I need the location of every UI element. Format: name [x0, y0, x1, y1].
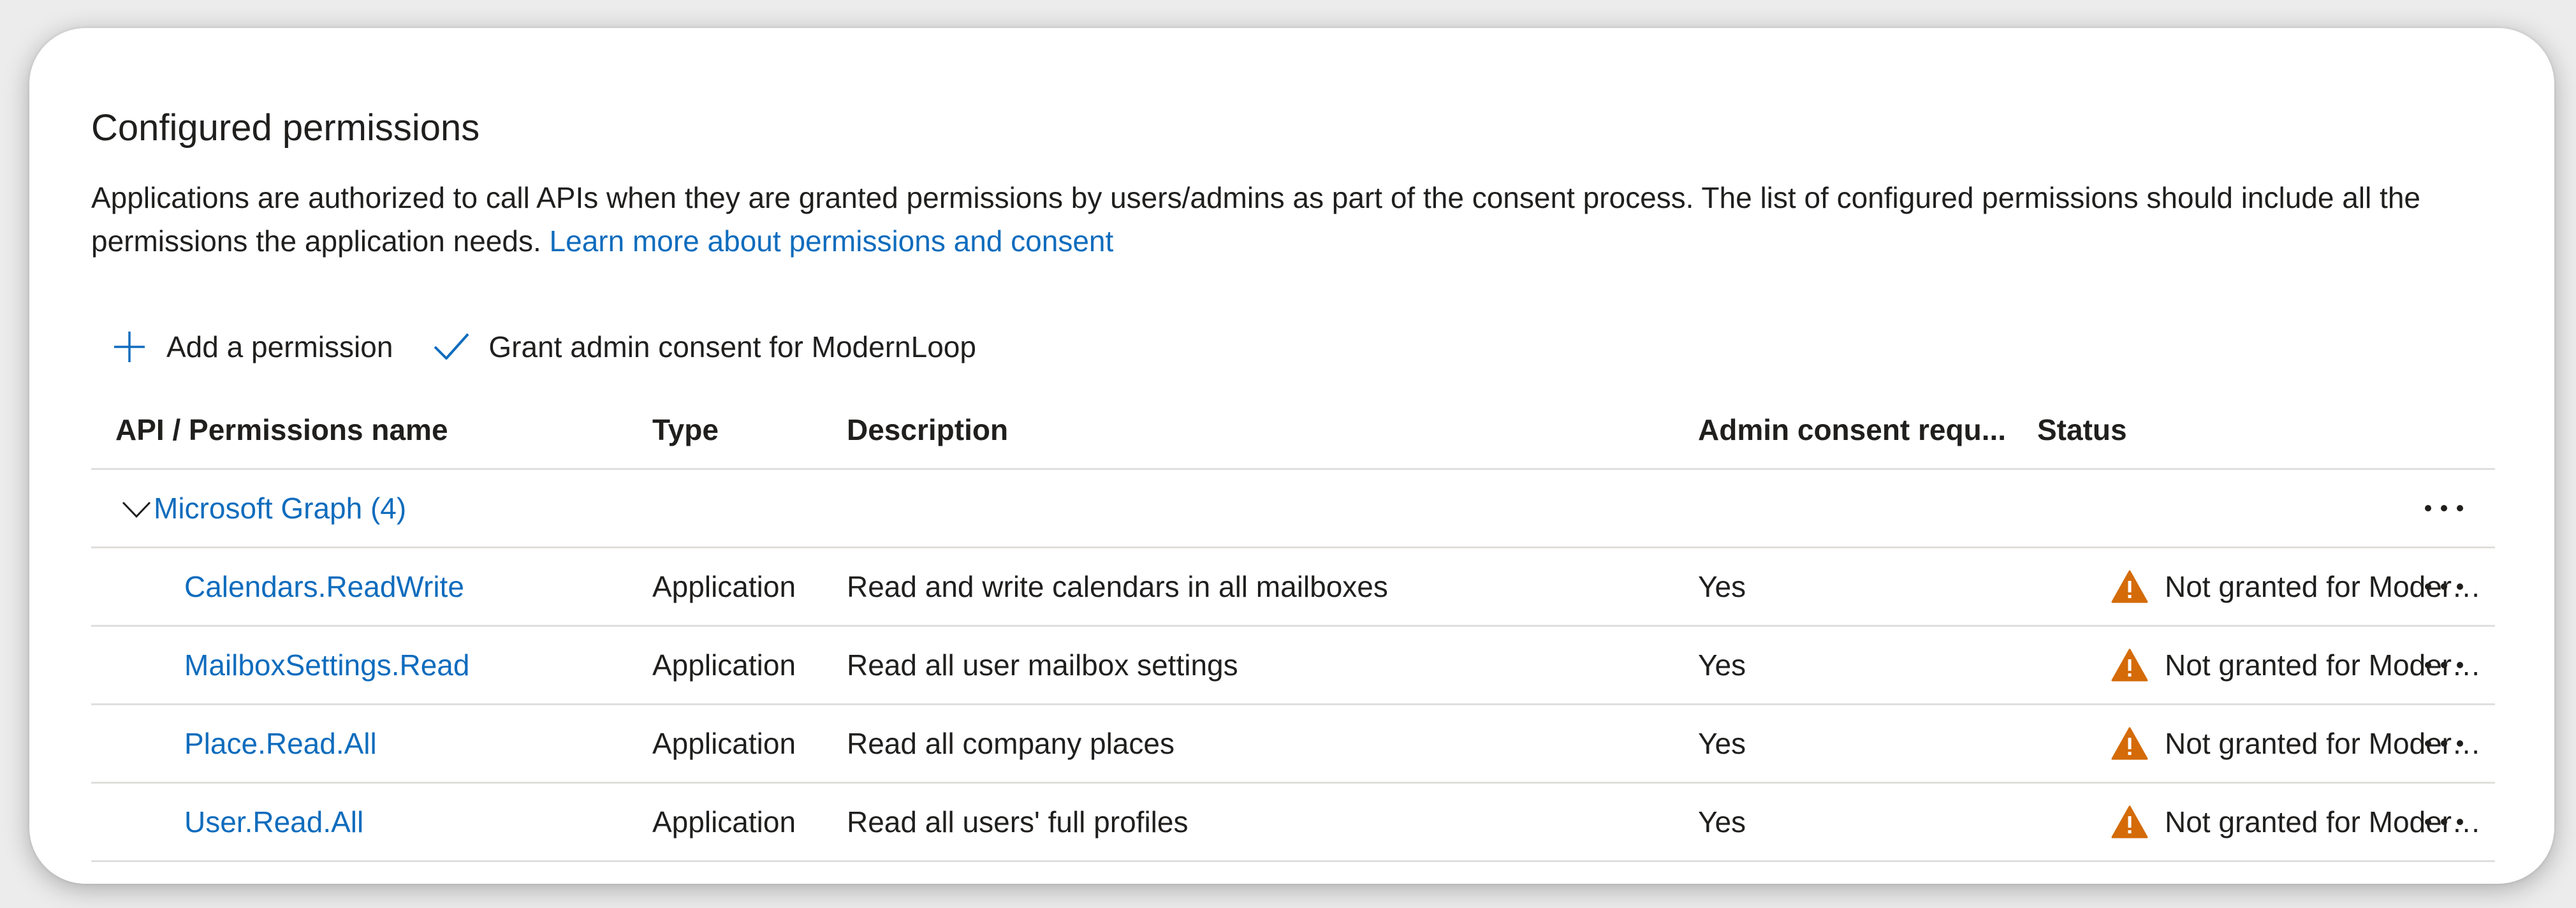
checkmark-icon	[432, 328, 471, 366]
table-header-row: API / Permissions name Type Description …	[91, 392, 2495, 470]
group-row-microsoft-graph[interactable]: Microsoft Graph (4)	[91, 470, 2495, 548]
status-cell: Not granted for ModernLoop	[2037, 548, 2484, 625]
permission-name-link[interactable]: MailboxSettings.Read	[184, 627, 669, 703]
grant-admin-consent-label: Grant admin consent for ModernLoop	[488, 330, 976, 363]
more-options-icon[interactable]	[2419, 548, 2470, 625]
warning-icon	[2111, 726, 2148, 761]
permissions-card: Configured permissions Applications are …	[29, 28, 2554, 884]
description-text: Applications are authorized to call APIs…	[91, 181, 2421, 258]
column-header-name[interactable]: API / Permissions name	[115, 392, 600, 468]
permission-name-link[interactable]: Calendars.ReadWrite	[184, 548, 669, 625]
table-row: Place.Read.All Application Read all comp…	[91, 705, 2495, 784]
group-name-label: Microsoft Graph (4)	[154, 492, 407, 525]
chevron-down-icon[interactable]	[121, 492, 152, 524]
more-options-icon[interactable]	[2419, 784, 2470, 860]
plus-icon	[110, 328, 149, 366]
more-options-icon[interactable]	[2419, 470, 2470, 546]
learn-more-link[interactable]: Learn more about permissions and consent	[550, 224, 1114, 258]
permission-description: Read all users' full profiles	[847, 805, 1189, 838]
more-options-icon[interactable]	[2419, 705, 2470, 782]
permissions-table: API / Permissions name Type Description …	[91, 392, 2495, 862]
page-title: Configured permissions	[91, 107, 480, 149]
permission-type: Application	[652, 570, 796, 603]
section-description: Applications are authorized to call APIs…	[91, 176, 2508, 263]
permissions-panel: Configured permissions Applications are …	[91, 28, 2495, 884]
status-cell: Not granted for ModernLoop	[2037, 784, 2484, 860]
warning-icon	[2111, 569, 2148, 604]
permission-description: Read all company places	[847, 727, 1175, 760]
admin-consent-value: Yes	[1698, 805, 1746, 838]
permission-type: Application	[652, 805, 796, 838]
table-row: Calendars.ReadWrite Application Read and…	[91, 548, 2495, 627]
column-header-type[interactable]: Type	[652, 392, 837, 468]
add-permission-button[interactable]: Add a permission	[110, 328, 393, 366]
permission-description: Read all user mailbox settings	[847, 648, 1238, 682]
column-header-admin-consent[interactable]: Admin consent requ...	[1698, 392, 2030, 468]
admin-consent-value: Yes	[1698, 570, 1746, 603]
permission-name-link[interactable]: Place.Read.All	[184, 705, 669, 782]
column-header-status[interactable]: Status	[2037, 392, 2484, 468]
status-cell: Not granted for ModernLoop	[2037, 627, 2484, 703]
warning-icon	[2111, 648, 2148, 682]
warning-icon	[2111, 805, 2148, 839]
column-header-description[interactable]: Description	[847, 392, 1676, 468]
admin-consent-value: Yes	[1698, 727, 1746, 760]
toolbar: Add a permission Grant admin consent for…	[110, 321, 1016, 372]
more-options-icon[interactable]	[2419, 627, 2470, 703]
group-toggle[interactable]: Microsoft Graph (4)	[121, 470, 406, 546]
permission-name-link[interactable]: User.Read.All	[184, 784, 669, 860]
admin-consent-value: Yes	[1698, 648, 1746, 682]
permission-description: Read and write calendars in all mailboxe…	[847, 570, 1388, 603]
grant-admin-consent-button[interactable]: Grant admin consent for ModernLoop	[432, 328, 976, 366]
table-row: User.Read.All Application Read all users…	[91, 784, 2495, 862]
permission-type: Application	[652, 727, 796, 760]
table-row: MailboxSettings.Read Application Read al…	[91, 627, 2495, 705]
add-permission-label: Add a permission	[166, 330, 393, 363]
permission-type: Application	[652, 648, 796, 682]
status-cell: Not granted for ModernLoop	[2037, 705, 2484, 782]
